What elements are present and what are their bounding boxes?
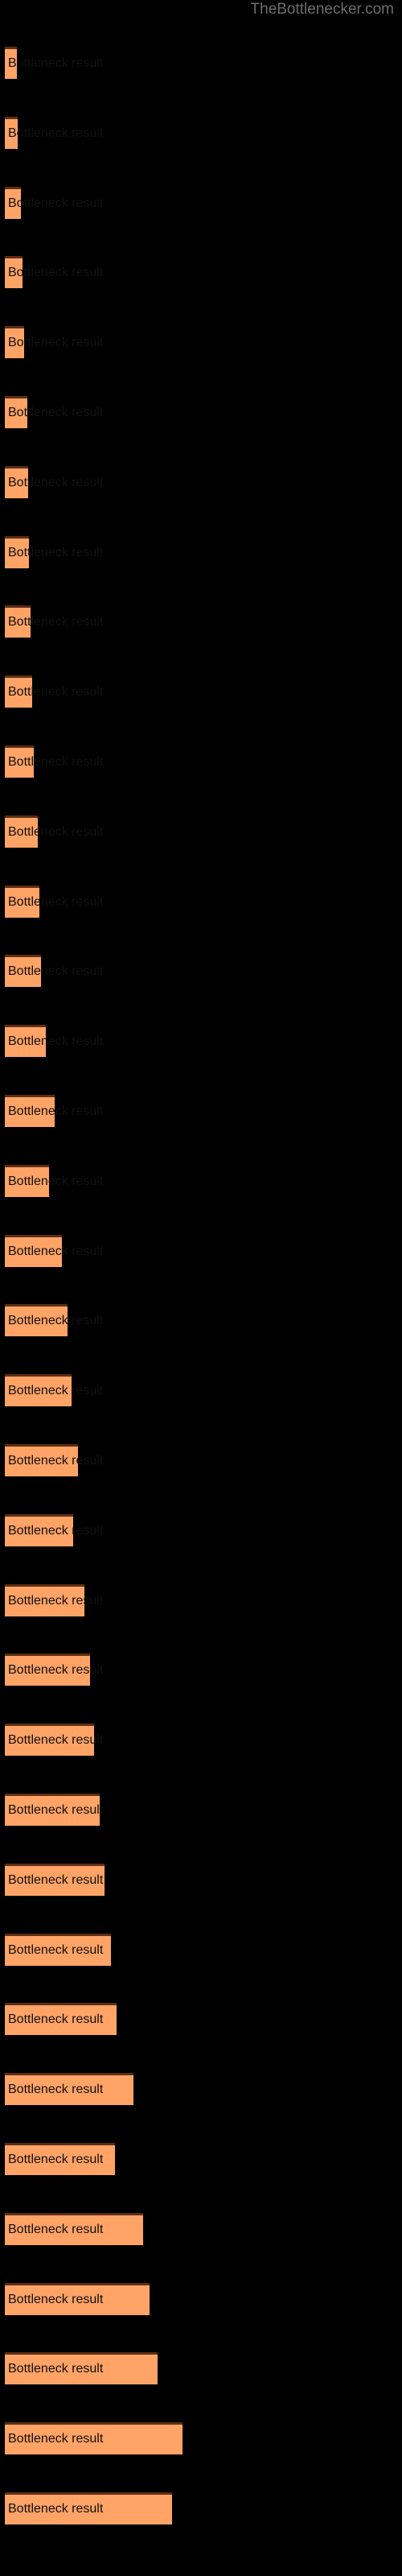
bar[interactable] — [5, 1304, 68, 1337]
bar[interactable] — [5, 2003, 117, 2036]
bar[interactable] — [5, 47, 17, 79]
bar-label: Bottleneck result — [8, 126, 104, 140]
bar[interactable] — [5, 2352, 158, 2385]
bar[interactable] — [5, 1653, 90, 1686]
bar[interactable] — [5, 396, 27, 428]
bar[interactable] — [5, 1025, 46, 1058]
bar[interactable] — [5, 1513, 73, 1546]
bars-layer: Bottleneck result Bottleneck result Bottle… — [0, 0, 402, 2576]
bar[interactable] — [5, 2143, 115, 2175]
bar[interactable] — [5, 1234, 62, 1267]
bar-label: Bottleneck result — [8, 56, 104, 70]
bar[interactable] — [5, 885, 39, 918]
bar[interactable] — [5, 745, 34, 778]
bar[interactable] — [5, 535, 29, 568]
bar[interactable] — [5, 1444, 78, 1476]
bar[interactable] — [5, 2282, 150, 2315]
bar[interactable] — [5, 116, 18, 149]
bar[interactable] — [5, 465, 28, 498]
bar[interactable] — [5, 1724, 94, 1757]
bottleneck-bar-chart: TheBottlenecker.com Bottleneck result Bot… — [0, 0, 402, 2576]
bar[interactable] — [5, 2492, 172, 2524]
bar[interactable] — [5, 675, 32, 708]
bar[interactable] — [5, 605, 31, 638]
bar[interactable] — [5, 1095, 55, 1127]
bar[interactable] — [5, 1794, 100, 1826]
bar[interactable] — [5, 326, 24, 359]
bar[interactable] — [5, 2073, 133, 2106]
bar[interactable] — [5, 2212, 143, 2245]
bar[interactable] — [5, 1863, 105, 1896]
bar[interactable] — [5, 256, 23, 289]
bar[interactable] — [5, 1933, 111, 1966]
bar[interactable] — [5, 1583, 84, 1616]
bar[interactable] — [5, 815, 38, 848]
bar[interactable] — [5, 2422, 183, 2455]
bar[interactable] — [5, 955, 41, 988]
bar[interactable] — [5, 186, 21, 219]
bar-label: Bottleneck result — [8, 196, 104, 210]
bar[interactable] — [5, 1374, 72, 1407]
bar[interactable] — [5, 1164, 49, 1197]
